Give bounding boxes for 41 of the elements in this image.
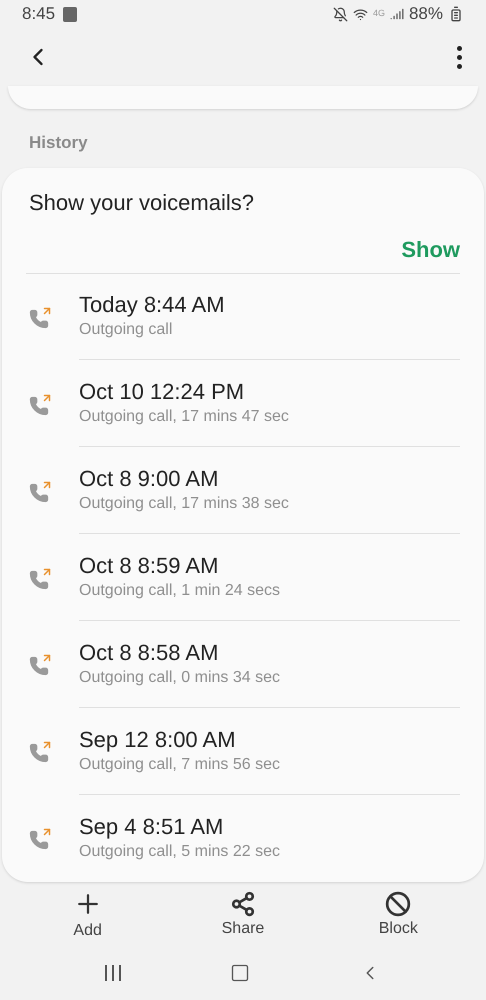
call-detail: Outgoing call, 1 min 24 secs — [79, 581, 281, 602]
wifi-icon — [352, 6, 368, 22]
call-time: Oct 8 8:59 AM — [79, 552, 220, 580]
call-time: Oct 8 8:58 AM — [79, 638, 220, 667]
action-button[interactable]: Block — [348, 890, 448, 941]
call-log-item[interactable]: Oct 8 9:00 AM Outgoing call, 17 mins 38 sec — [26, 447, 460, 534]
call-detail: Outgoing call — [79, 320, 174, 340]
outgoing-call-icon — [29, 739, 53, 764]
call-detail: Outgoing call, 17 mins 38 sec — [79, 494, 290, 514]
call-log-item[interactable]: Sep 4 8:51 AM Outgoing call, 5 mins 22 sec — [26, 794, 460, 882]
call-time: Oct 8 9:00 AM — [79, 465, 220, 494]
network-type: 4G — [372, 7, 385, 20]
call-log-item[interactable]: Oct 8 8:58 AM Outgoing call, 0 mins 34 sec — [26, 621, 460, 708]
block-icon — [385, 890, 412, 917]
action-button[interactable]: Add — [38, 888, 138, 943]
call-detail: Outgoing call, 5 mins 22 sec — [79, 842, 281, 862]
call-detail: Outgoing call, 7 mins 56 sec — [79, 754, 281, 775]
battery-percent: 88% — [408, 3, 443, 26]
status-time: 8:45 — [22, 3, 56, 26]
voicemail-question: Show your voicemails? — [28, 188, 255, 217]
call-log-item[interactable]: Today 8:44 AM Outgoing call — [26, 274, 460, 360]
outgoing-call-icon — [29, 652, 53, 676]
section-title: History — [29, 132, 88, 154]
share-icon — [230, 890, 256, 917]
call-log-item[interactable]: Sep 12 8:00 AM Outgoing call, 7 mins 56 sec — [26, 708, 460, 795]
call-time: Sep 4 8:51 AM — [79, 813, 224, 842]
call-time: Sep 12 8:00 AM — [79, 726, 237, 754]
outgoing-call-icon — [29, 826, 53, 850]
call-time: Today 8:44 AM — [79, 291, 226, 320]
call-detail: Outgoing call, 17 mins 47 sec — [79, 407, 290, 428]
home-icon[interactable] — [230, 962, 250, 983]
recent-apps-icon[interactable] — [104, 964, 121, 981]
more-icon — [457, 46, 462, 69]
action-button[interactable]: Share — [192, 890, 293, 941]
more-options-button[interactable] — [457, 46, 462, 69]
call-detail: Outgoing call, 0 mins 34 sec — [79, 668, 281, 688]
mute-icon — [332, 6, 348, 22]
call-log-item[interactable]: Oct 8 8:59 AM Outgoing call, 1 min 24 secs — [26, 534, 460, 621]
call-log-item[interactable]: Oct 10 12:24 PM Outgoing call, 17 mins 47 sec — [26, 360, 460, 448]
call-time: Oct 10 12:24 PM — [79, 378, 246, 406]
signal-icon — [390, 7, 404, 22]
